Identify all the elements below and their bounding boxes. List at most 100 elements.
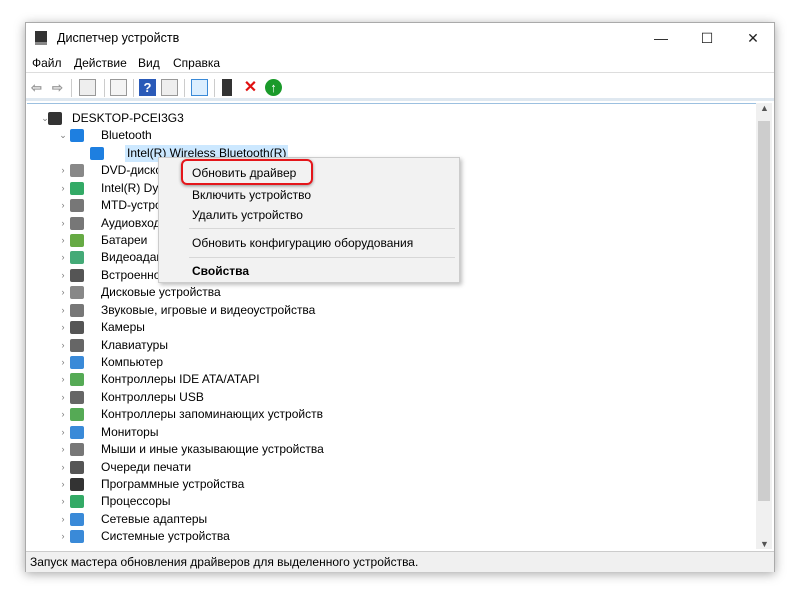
vertical-scrollbar[interactable]: ▲ ▼	[756, 103, 772, 549]
tree-item[interactable]: ⌄ Bluetooth	[27, 127, 756, 144]
battery-icon	[70, 234, 84, 247]
tree-item-label: Контроллеры USB	[101, 389, 204, 404]
tree-item-label: Батареи	[101, 233, 148, 247]
tree-item[interactable]: › Сетевые адаптеры	[27, 511, 756, 528]
tree-item[interactable]: ⌄ DESKTOP-PCEI3G3	[27, 110, 756, 127]
highlight-annotation	[181, 159, 313, 185]
ide-controller-icon	[70, 373, 84, 387]
expand-chevron-icon[interactable]: ›	[58, 284, 68, 301]
action-pane-icon[interactable]	[161, 79, 178, 96]
tree-item-label: Камеры	[101, 320, 145, 335]
close-button[interactable]: ✕	[730, 23, 776, 53]
forward-icon[interactable]: ⇨	[49, 79, 66, 96]
tree-item-label: Сетевые адаптеры	[101, 511, 208, 526]
tree-item-label: Bluetooth	[101, 128, 152, 143]
tree-item-label: Клавиатуры	[101, 337, 168, 352]
tree-item[interactable]: › Мониторы	[27, 424, 756, 441]
expand-chevron-icon[interactable]: ›	[58, 406, 68, 423]
window-title: Диспетчер устройств	[57, 31, 180, 45]
tree-item[interactable]: › Очереди печати	[27, 459, 756, 476]
expand-chevron-icon[interactable]: ›	[58, 493, 68, 510]
printer-icon	[70, 460, 84, 474]
speaker-icon	[70, 216, 84, 230]
computer-icon	[48, 112, 62, 125]
tree-item-label: Очереди печати	[101, 459, 192, 474]
back-icon[interactable]: ⇦	[28, 79, 45, 96]
scrollbar-thumb[interactable]	[758, 121, 770, 501]
expand-chevron-icon[interactable]: ›	[58, 371, 68, 388]
tree-item-label: Процессоры	[101, 494, 171, 509]
enable-device-icon[interactable]: ↑	[265, 79, 282, 96]
maximize-button[interactable]: ☐	[684, 23, 730, 53]
show-hide-console-tree-icon[interactable]	[79, 79, 96, 96]
expand-chevron-icon[interactable]: ›	[58, 267, 68, 284]
menu-item-scan-hardware[interactable]: Обновить конфигурацию оборудования	[192, 234, 413, 252]
scan-hardware-icon[interactable]	[191, 79, 208, 96]
expand-chevron-icon[interactable]: ›	[58, 162, 68, 179]
tree-item[interactable]: › Контроллеры USB	[27, 389, 756, 406]
update-driver-icon[interactable]	[222, 79, 232, 96]
uninstall-icon[interactable]: ✕	[242, 79, 259, 96]
toolbar: ⇦ ⇨ ? ✕ ↑	[26, 75, 774, 101]
menu-item-properties[interactable]: Свойства	[192, 262, 249, 280]
expand-chevron-icon[interactable]: ›	[58, 476, 68, 493]
scroll-up-icon[interactable]: ▲	[760, 103, 769, 113]
expand-chevron-icon[interactable]: ›	[58, 459, 68, 476]
drive-icon	[70, 199, 84, 213]
tree-item[interactable]: › Программные устройства	[27, 476, 756, 493]
expand-chevron-icon[interactable]: ›	[58, 441, 68, 458]
tree-item[interactable]: › Контроллеры запоминающих устройств	[27, 406, 756, 423]
properties-icon[interactable]	[110, 79, 127, 96]
mouse-icon	[70, 443, 84, 457]
collapse-chevron-icon[interactable]: ⌄	[58, 127, 68, 144]
help-icon[interactable]: ?	[139, 79, 156, 96]
tree-item-label: Программные устройства	[101, 477, 245, 492]
scroll-down-icon[interactable]: ▼	[760, 539, 769, 549]
expand-chevron-icon[interactable]: ›	[58, 511, 68, 528]
menu-action[interactable]: Действие	[74, 56, 127, 70]
processor-icon	[70, 495, 84, 509]
tree-item-label: Контроллеры запоминающих устройств	[101, 407, 323, 422]
menu-item-enable-device[interactable]: Включить устройство	[192, 186, 311, 204]
menu-file[interactable]: Файл	[32, 56, 62, 70]
tree-item[interactable]: › Камеры	[27, 319, 756, 336]
expand-chevron-icon[interactable]: ›	[58, 319, 68, 336]
tree-item[interactable]: › Звуковые, игровые и видеоустройства	[27, 302, 756, 319]
tree-item-label: Мониторы	[101, 424, 159, 439]
tree-item-label: DESKTOP-PCEI3G3	[72, 111, 184, 125]
monitor-icon	[70, 425, 84, 439]
expand-chevron-icon[interactable]: ›	[58, 354, 68, 371]
expand-chevron-icon[interactable]: ›	[58, 215, 68, 232]
tree-item[interactable]: › Системные устройства	[27, 528, 756, 545]
expand-chevron-icon[interactable]: ›	[58, 232, 68, 249]
expand-chevron-icon[interactable]: ›	[58, 180, 68, 197]
expand-chevron-icon[interactable]: ›	[58, 389, 68, 406]
expand-chevron-icon[interactable]: ›	[58, 528, 68, 545]
monitor-icon	[70, 356, 84, 370]
status-bar: Запуск мастера обновления драйверов для …	[26, 551, 774, 572]
menu-item-uninstall-device[interactable]: Удалить устройство	[192, 206, 303, 224]
tree-item[interactable]: › Контроллеры IDE ATA/ATAPI	[27, 371, 756, 388]
tree-item[interactable]: › Процессоры	[27, 493, 756, 510]
bluetooth-icon	[70, 129, 84, 143]
tree-item[interactable]: › Мыши и иные указывающие устройства	[27, 441, 756, 458]
camera-icon	[70, 321, 84, 335]
tree-item[interactable]: › Дисковые устройства	[27, 284, 756, 301]
minimize-button[interactable]: —	[638, 23, 684, 53]
network-icon	[70, 512, 84, 526]
expand-chevron-icon[interactable]: ›	[58, 337, 68, 354]
dvd-drive-icon	[70, 164, 84, 178]
expand-chevron-icon[interactable]: ›	[58, 249, 68, 266]
expand-chevron-icon[interactable]: ›	[58, 197, 68, 214]
storage-controller-icon	[70, 408, 84, 422]
tree-item[interactable]: › Компьютер	[27, 354, 756, 371]
menu-view[interactable]: Вид	[138, 56, 160, 70]
expand-chevron-icon[interactable]: ›	[58, 424, 68, 441]
system-device-icon	[70, 530, 84, 544]
title-bar: Диспетчер устройств — ☐ ✕	[26, 23, 774, 53]
device-manager-icon	[35, 31, 47, 45]
tree-item[interactable]: › Клавиатуры	[27, 337, 756, 354]
tree-item-label: Мыши и иные указывающие устройства	[101, 442, 324, 457]
menu-help[interactable]: Справка	[173, 56, 220, 70]
expand-chevron-icon[interactable]: ›	[58, 302, 68, 319]
